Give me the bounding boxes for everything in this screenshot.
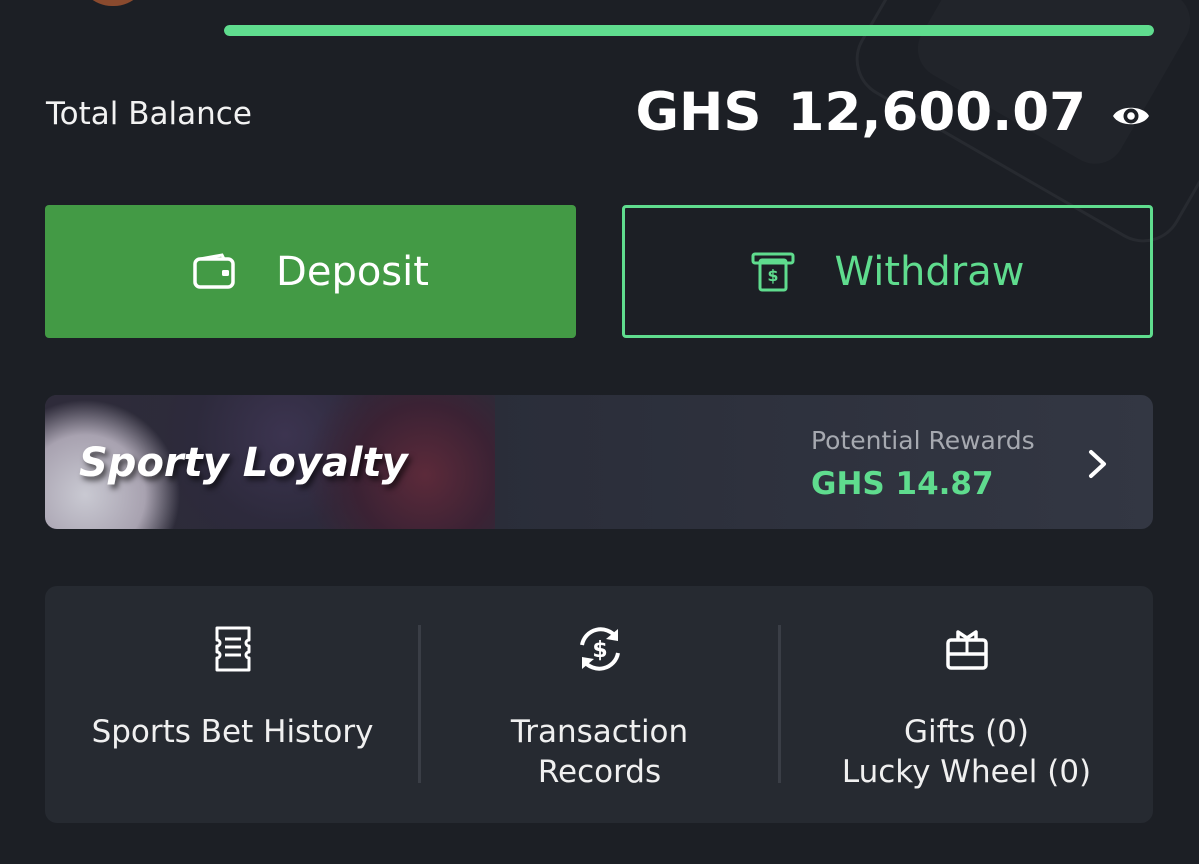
gift-box-icon <box>944 624 990 674</box>
quick-link-label: Transaction Records <box>511 712 688 792</box>
gifts-lucky-wheel-link[interactable]: Gifts (0) Lucky Wheel (0) <box>780 586 1153 823</box>
total-balance-value: GHS 12,600.07 <box>636 82 1086 143</box>
dollar-cycle-icon: $ <box>574 624 626 674</box>
potential-rewards-value: GHS 14.87 <box>811 466 994 502</box>
quick-link-line: Gifts (0) <box>903 714 1030 750</box>
balance-amount: 12,600.07 <box>787 82 1086 143</box>
loyalty-title: Sporty Loyalty <box>79 440 408 486</box>
quick-link-line: Records <box>537 754 662 790</box>
deposit-button[interactable]: Deposit <box>45 205 576 338</box>
potential-rewards-label: Potential Rewards <box>811 426 1035 455</box>
sports-bet-history-link[interactable]: Sports Bet History <box>45 586 420 823</box>
quick-link-label: Sports Bet History <box>92 712 374 752</box>
cash-withdraw-icon: $ <box>751 250 795 294</box>
chevron-right-icon[interactable] <box>1086 448 1110 480</box>
svg-text:$: $ <box>767 266 778 285</box>
withdraw-label: Withdraw <box>834 248 1025 295</box>
quick-link-line: Transaction <box>510 714 689 750</box>
avatar[interactable] <box>78 0 148 6</box>
level-progress-fill <box>224 25 1154 36</box>
balance-currency: GHS <box>635 82 762 143</box>
quick-link-line: Lucky Wheel (0) <box>841 754 1092 790</box>
ticket-icon <box>213 624 253 674</box>
withdraw-button[interactable]: $ Withdraw <box>622 205 1153 338</box>
wallet-icon <box>192 252 236 291</box>
transaction-records-link[interactable]: $ Transaction Records <box>420 586 779 823</box>
quick-link-line: Sports Bet History <box>91 714 374 750</box>
total-balance-label: Total Balance <box>46 96 252 132</box>
quick-link-label: Gifts (0) Lucky Wheel (0) <box>842 712 1091 792</box>
eye-icon[interactable] <box>1111 100 1151 132</box>
deposit-label: Deposit <box>276 248 429 295</box>
level-progress-bar <box>224 25 1154 36</box>
svg-text:$: $ <box>592 638 607 663</box>
